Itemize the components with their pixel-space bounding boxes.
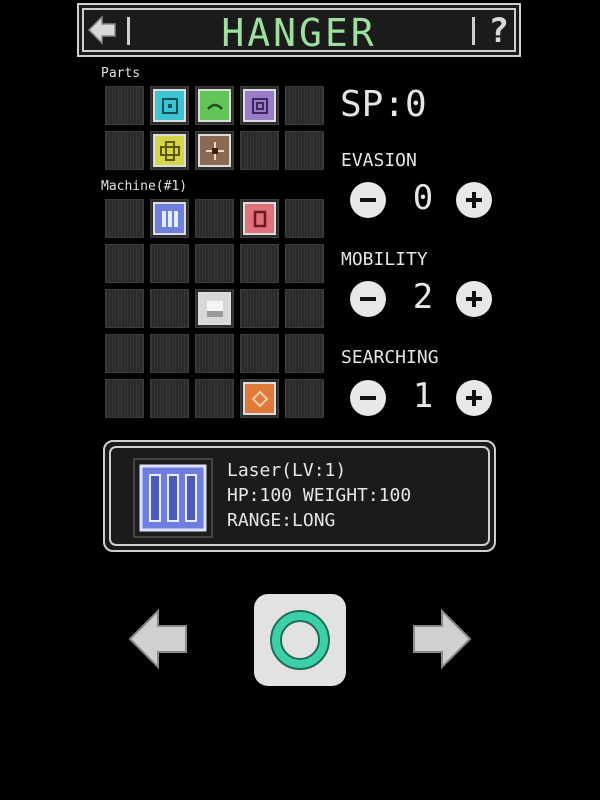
parts-slot[interactable] (150, 131, 189, 170)
machine-slot[interactable] (150, 244, 189, 283)
laser-part-icon (139, 464, 207, 532)
machine-slot[interactable] (195, 289, 234, 328)
parts-grid (105, 86, 324, 170)
plus-icon (466, 192, 482, 208)
green-part-icon[interactable] (198, 89, 231, 122)
machine-slot[interactable] (105, 334, 144, 373)
parts-slot[interactable] (195, 131, 234, 170)
machine-slot[interactable] (285, 199, 324, 238)
minus-icon (360, 396, 376, 400)
part-info-panel: Laser(LV:1) HP:100 WEIGHT:100 RANGE:LONG (103, 440, 496, 552)
blue-part-icon[interactable] (153, 202, 186, 235)
header-divider-right (472, 17, 475, 45)
plus-icon (466, 291, 482, 307)
machine-slot[interactable] (150, 379, 189, 418)
machine-slot[interactable] (240, 289, 279, 328)
machine-slot[interactable] (285, 334, 324, 373)
machine-slot[interactable] (285, 244, 324, 283)
next-arrow-icon[interactable] (410, 608, 472, 670)
orange-part-icon[interactable] (243, 382, 276, 415)
evasion-value: 0 (412, 178, 434, 218)
parts-slot[interactable] (195, 86, 234, 125)
machine-slot[interactable] (285, 289, 324, 328)
parts-slot[interactable] (105, 131, 144, 170)
machine-slot[interactable] (240, 379, 279, 418)
help-button[interactable]: ? (489, 11, 509, 51)
evasion-minus-button[interactable] (350, 182, 386, 218)
brown-part-icon[interactable] (198, 134, 231, 167)
parts-slot[interactable] (285, 86, 324, 125)
machine-slot[interactable] (195, 199, 234, 238)
machine-slot[interactable] (195, 244, 234, 283)
stat-label-evasion: EVASION (341, 150, 417, 171)
mobility-minus-button[interactable] (350, 281, 386, 317)
machine-slot[interactable] (150, 334, 189, 373)
part-range: RANGE:LONG (227, 510, 336, 531)
machine-grid (105, 199, 324, 418)
circle-ok-icon (270, 610, 330, 670)
searching-value: 1 (412, 376, 434, 416)
machine-slot[interactable] (195, 334, 234, 373)
stat-row-searching: 1 (350, 376, 495, 420)
machine-slot[interactable] (150, 199, 189, 238)
mobility-plus-button[interactable] (456, 281, 492, 317)
plus-icon (466, 390, 482, 406)
machine-slot[interactable] (240, 244, 279, 283)
previous-arrow-icon[interactable] (128, 608, 190, 670)
machine-slot[interactable] (240, 199, 279, 238)
minus-icon (360, 198, 376, 202)
red-part-icon[interactable] (243, 202, 276, 235)
mobility-value: 2 (412, 277, 434, 317)
machine-slot[interactable] (105, 289, 144, 328)
machine-slot[interactable] (195, 379, 234, 418)
cyan-part-icon[interactable] (153, 89, 186, 122)
machine-slot[interactable] (240, 334, 279, 373)
stat-label-mobility: MOBILITY (341, 249, 428, 270)
machine-slot[interactable] (105, 379, 144, 418)
stat-row-evasion: 0 (350, 178, 495, 222)
machine-slot[interactable] (105, 199, 144, 238)
machine-slot[interactable] (285, 379, 324, 418)
selected-part-icon (133, 458, 213, 538)
part-name: Laser(LV:1) (227, 460, 347, 481)
parts-slot[interactable] (285, 131, 324, 170)
purple-part-icon[interactable] (243, 89, 276, 122)
parts-slot[interactable] (240, 86, 279, 125)
parts-label: Parts (101, 66, 141, 81)
parts-slot[interactable] (105, 86, 144, 125)
white-part-icon[interactable] (198, 292, 231, 325)
machine-slot[interactable] (105, 244, 144, 283)
searching-plus-button[interactable] (456, 380, 492, 416)
header-bar: HANGER ? (77, 3, 521, 57)
stat-row-mobility: 2 (350, 277, 495, 321)
evasion-plus-button[interactable] (456, 182, 492, 218)
parts-slot[interactable] (150, 86, 189, 125)
part-stats: HP:100 WEIGHT:100 (227, 485, 412, 506)
stat-label-searching: SEARCHING (341, 347, 439, 368)
page-title: HANGER (221, 11, 377, 55)
machine-slot[interactable] (150, 289, 189, 328)
searching-minus-button[interactable] (350, 380, 386, 416)
confirm-button[interactable] (254, 594, 346, 686)
machine-label: Machine(#1) (101, 179, 188, 194)
yellow-part-icon[interactable] (153, 134, 186, 167)
parts-slot[interactable] (240, 131, 279, 170)
skill-points: SP:0 (340, 84, 427, 125)
minus-icon (360, 297, 376, 301)
